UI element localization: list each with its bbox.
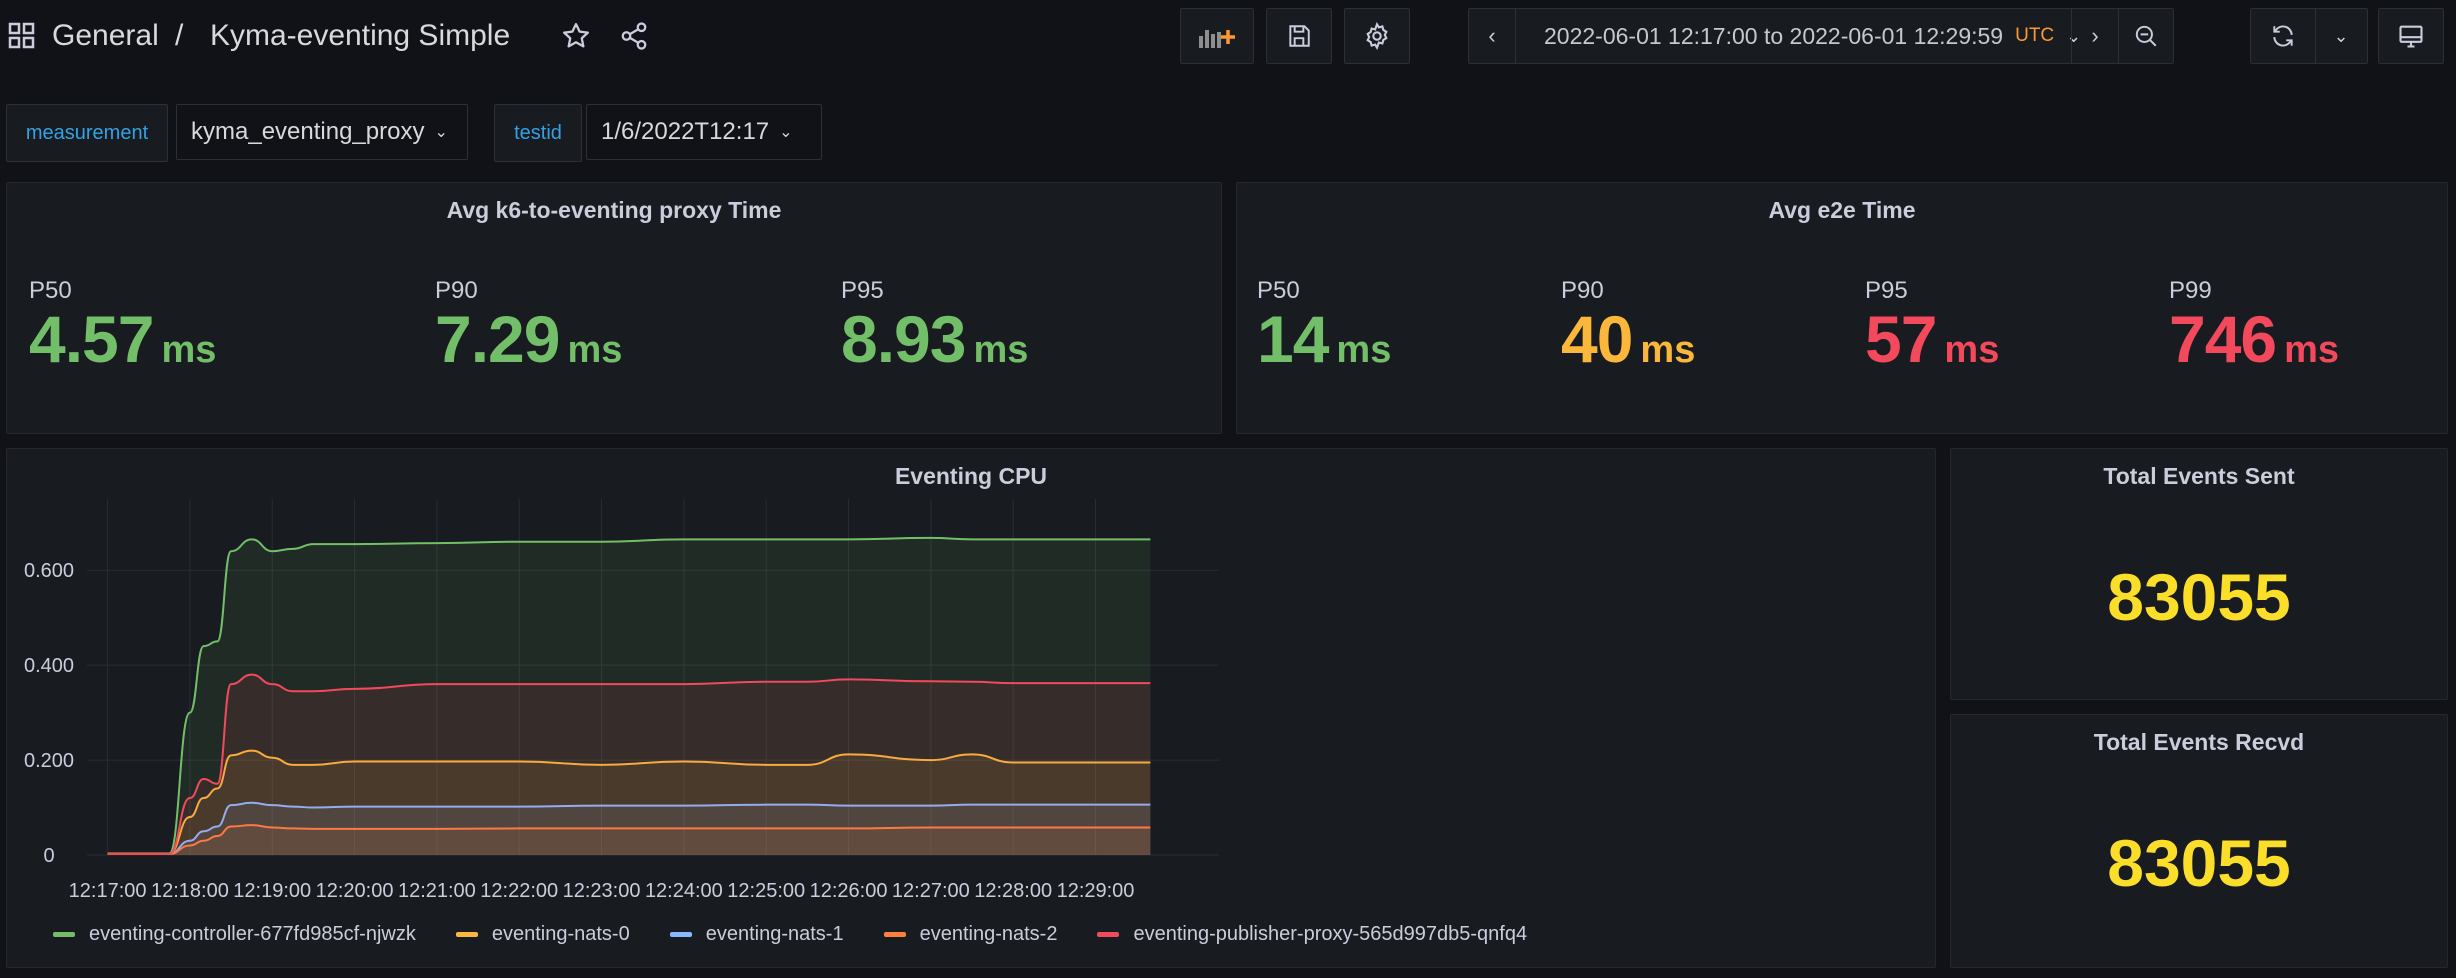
x-tick-label: 12:19:00 [233, 880, 311, 902]
dashboards-grid-icon[interactable] [8, 22, 36, 50]
stat-value-events-recvd: 83055 [2107, 826, 2291, 900]
dashboard-title[interactable]: Kyma-eventing Simple [210, 14, 510, 58]
share-icon[interactable] [612, 10, 656, 62]
refresh-button-group: ⌄ [2250, 8, 2368, 64]
x-tick-label: 12:25:00 [727, 880, 805, 902]
legend-label: eventing-nats-0 [491, 923, 630, 945]
x-tick-label: 12:26:00 [810, 880, 888, 902]
panel-title[interactable]: Avg k6-to-eventing proxy Time [7, 197, 1221, 224]
x-tick-label: 12:21:00 [398, 880, 476, 902]
x-tick-label: 12:18:00 [151, 880, 229, 902]
x-tick-label: 12:20:00 [316, 880, 394, 902]
legend-label: eventing-publisher-proxy-565d997db5-qnfq… [1133, 923, 1528, 945]
legend-swatch [1097, 932, 1120, 937]
legend-label: eventing-nats-1 [705, 923, 844, 945]
variable-label-testid: testid [494, 104, 582, 162]
stat-value-p50: 4.57 ms [29, 302, 217, 376]
y-tick-label: 0 [43, 845, 54, 867]
variable-label-measurement: measurement [6, 104, 168, 162]
star-icon[interactable] [554, 10, 598, 62]
variable-select-testid[interactable]: 1/6/2022T12:17 ⌄ [586, 104, 822, 160]
save-dashboard-button[interactable] [1266, 8, 1332, 64]
add-panel-icon [1199, 30, 1235, 48]
breadcrumb-separator: / [175, 19, 184, 52]
refresh-button[interactable] [2251, 9, 2316, 63]
cpu-chart[interactable]: 0 0.200 0.400 0.600 12:17:00 12:18:00 12:19:00… [7, 449, 1935, 967]
legend-swatch [883, 932, 906, 937]
panel-proxy-time: Avg k6-to-eventing proxy Time P50 4.57 ms… [6, 182, 1222, 434]
x-tick-label: 12:22:00 [480, 880, 558, 902]
stat-value-p95: 8.93 ms [841, 302, 1029, 376]
dashboard-settings-button[interactable] [1344, 8, 1410, 64]
breadcrumb-folder[interactable]: General [52, 14, 159, 58]
variable-select-measurement[interactable]: kyma_eventing_proxy ⌄ [176, 104, 468, 160]
zoom-out-button[interactable] [2119, 9, 2173, 63]
panel-total-events-recvd: Total Events Recvd 83055 [1950, 714, 2448, 968]
view-mode-button[interactable] [2378, 8, 2444, 64]
refresh-interval-dropdown[interactable]: ⌄ [2316, 9, 2366, 63]
x-tick-label: 12:28:00 [974, 880, 1052, 902]
time-range-back-button[interactable]: ‹ [1469, 9, 1516, 63]
stat-value-events-sent: 83055 [2107, 560, 2291, 634]
chevron-down-icon: ⌄ [434, 124, 448, 141]
panel-title[interactable]: Avg e2e Time [1237, 197, 2447, 224]
stat-value-p90: 40 ms [1561, 302, 1696, 376]
panel-eventing-cpu: Eventing CPU 0 0.200 0.400 0.600 12:17:00 12:… [6, 448, 1936, 968]
chart-legend: eventing-controller-677fd985cf-njwzk eve… [53, 923, 1527, 946]
legend-swatch [669, 932, 692, 937]
timezone-label: UTC [2015, 25, 2055, 46]
chevron-left-icon: ‹ [1488, 23, 1496, 48]
legend-label: eventing-controller-677fd985cf-njwzk [89, 923, 416, 945]
panel-e2e-time: Avg e2e Time P50 14 ms P90 40 ms P95 57 ms … [1236, 182, 2448, 434]
x-tick-label: 12:27:00 [892, 880, 970, 902]
legend-swatch [455, 932, 478, 937]
zoom-out-icon [2135, 25, 2157, 47]
chevron-down-icon: ⌄ [2333, 25, 2349, 46]
panel-total-events-sent: Total Events Sent 83055 [1950, 448, 2448, 700]
legend-swatch [53, 932, 75, 937]
top-navbar: General / Kyma-eventing Simple ‹ 2022-06… [0, 0, 2456, 72]
legend-item[interactable]: eventing-nats-2 [883, 923, 1058, 946]
y-tick-label: 0.600 [24, 560, 74, 582]
y-tick-label: 0.400 [24, 655, 74, 677]
legend-item[interactable]: eventing-controller-677fd985cf-njwzk [53, 923, 416, 946]
legend-item[interactable]: eventing-nats-0 [455, 923, 630, 946]
legend-label: eventing-nats-2 [919, 923, 1058, 945]
x-tick-label: 12:29:00 [1057, 880, 1135, 902]
chevron-right-icon: › [2091, 23, 2099, 48]
chevron-down-icon: ⌄ [779, 124, 793, 141]
stat-value-p50: 14 ms [1257, 302, 1392, 376]
x-tick-label: 12:24:00 [645, 880, 723, 902]
refresh-icon [2273, 25, 2293, 47]
series-area [107, 674, 1151, 855]
time-picker: ‹ 2022-06-01 12:17:00 to 2022-06-01 12:2… [1468, 8, 2174, 64]
legend-item[interactable]: eventing-publisher-proxy-565d997db5-qnfq… [1097, 923, 1527, 946]
time-range-forward-button[interactable]: › [2071, 9, 2119, 63]
add-panel-button[interactable] [1180, 8, 1254, 64]
x-tick-label: 12:23:00 [563, 880, 641, 902]
panel-title[interactable]: Total Events Recvd [1951, 729, 2447, 756]
stat-value-p95: 57 ms [1865, 302, 2000, 376]
stat-value-p90: 7.29 ms [435, 302, 623, 376]
stat-value-p99: 746 ms [2169, 302, 2340, 376]
x-tick-label: 12:17:00 [69, 880, 147, 902]
monitor-icon [2399, 25, 2423, 48]
save-icon [1289, 25, 1310, 47]
gear-icon [1366, 22, 1388, 50]
time-range-button[interactable]: 2022-06-01 12:17:00 to 2022-06-01 12:29:… [1516, 9, 2081, 63]
variable-value-testid: 1/6/2022T12:17 [601, 118, 770, 145]
variable-value-measurement: kyma_eventing_proxy [191, 118, 425, 145]
time-range-label: 2022-06-01 12:17:00 to 2022-06-01 12:29:… [1544, 22, 2004, 49]
legend-item[interactable]: eventing-nats-1 [669, 923, 844, 946]
y-tick-label: 0.200 [24, 750, 74, 772]
panel-title[interactable]: Total Events Sent [1951, 463, 2447, 490]
